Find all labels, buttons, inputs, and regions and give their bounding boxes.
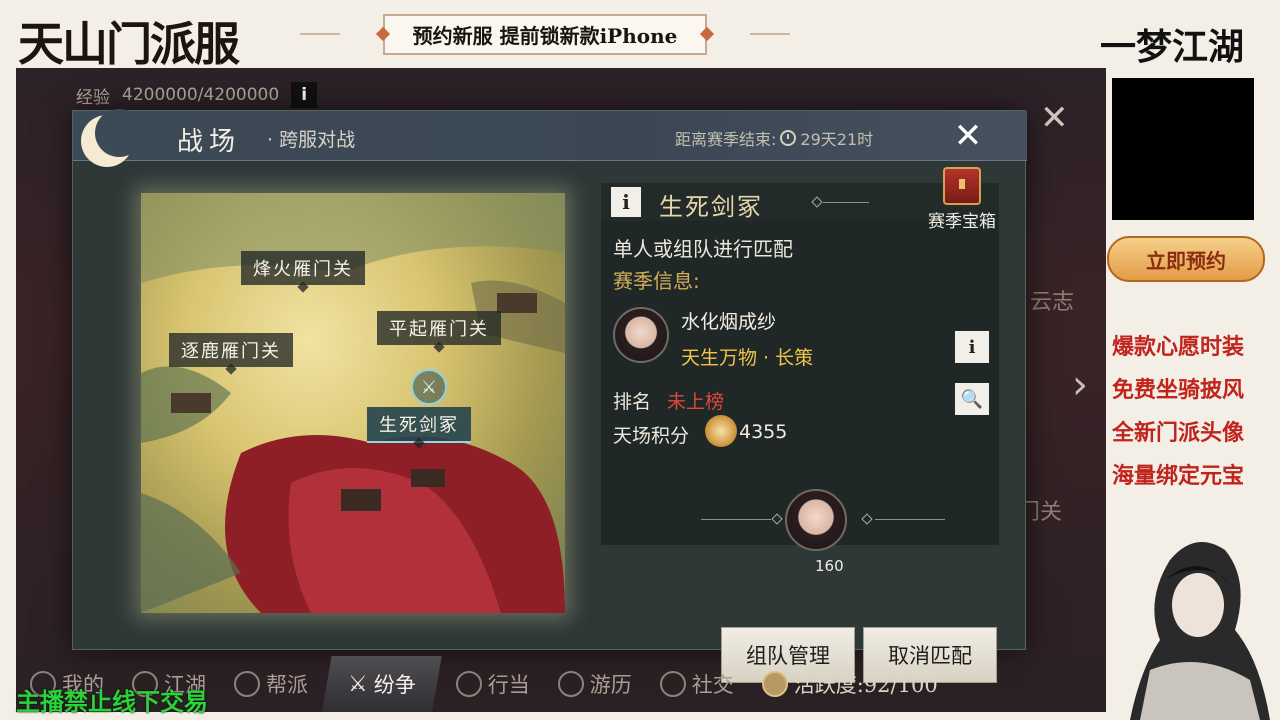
- nav-label: 活跃度:92/100: [793, 673, 938, 697]
- panel-subtitle: · 跨服对战: [267, 129, 356, 151]
- nav-item-guild[interactable]: 帮派: [220, 656, 322, 712]
- score-label: 天场积分: [613, 425, 690, 447]
- panel-close-button[interactable]: ✕: [941, 113, 995, 159]
- nav-item-social[interactable]: 社交: [646, 656, 748, 712]
- map-location-zhulu[interactable]: 逐鹿雁门关: [169, 333, 293, 367]
- exp-info-button[interactable]: i: [291, 82, 318, 108]
- nav-item-travel[interactable]: 游历: [544, 656, 646, 712]
- nav-label: 游历: [589, 673, 632, 697]
- promo-list: 爆款心愿时装 免费坐骑披风 全新门派头像 海量绑定元宝: [1112, 330, 1244, 502]
- promo-item: 爆款心愿时装: [1112, 334, 1245, 360]
- battlefield-info-button[interactable]: i: [611, 187, 641, 217]
- season-countdown-label: 距离赛季结束:: [675, 130, 777, 149]
- season-countdown: 距离赛季结束: 29天21时: [675, 126, 873, 150]
- battlefield-map: 烽火雁门关 平起雁门关 逐鹿雁门关 ⚔ 生死剑冢: [141, 193, 565, 613]
- player-info-button[interactable]: i: [955, 331, 989, 363]
- rank-value: 未上榜: [667, 391, 725, 413]
- rank-search-button[interactable]: 🔍: [955, 383, 989, 415]
- nav-label: 纷争: [373, 673, 416, 697]
- webcam-area: [1112, 78, 1254, 220]
- panel-header: 战场 · 跨服对战 距离赛季结束: 29天21时 ✕: [73, 109, 1027, 167]
- crescent-moon-icon: [81, 109, 143, 167]
- promo-item: 海量绑定元宝: [1112, 463, 1245, 489]
- battlefield-name: 生死剑冢: [659, 193, 763, 221]
- nav-label: 行当: [487, 673, 530, 697]
- crossed-swords-icon: ⚔: [348, 671, 368, 697]
- divider-diamond: [811, 196, 823, 208]
- promo-banner-text: 预约新服 提前锁新款iPhone: [412, 23, 678, 48]
- player-avatar: [613, 307, 669, 363]
- map-location-pingqi[interactable]: 平起雁门关: [377, 311, 501, 345]
- map-location-shengsi[interactable]: 生死剑冢: [367, 407, 471, 443]
- travel-icon: [557, 671, 584, 697]
- promo-item: 免费坐骑披风: [1112, 377, 1245, 403]
- teammate-level: 160: [815, 557, 844, 575]
- game-logo: 一梦江湖: [1100, 26, 1245, 68]
- season-chest-label: 赛季宝箱: [928, 212, 996, 232]
- rank-label: 排名: [613, 391, 652, 413]
- character-illustration: [1130, 542, 1270, 720]
- season-info-label: 赛季信息:: [613, 269, 700, 293]
- teammate-avatar[interactable]: [785, 489, 847, 551]
- nav-item-trade[interactable]: 行当: [442, 656, 544, 712]
- nav-item-dispute[interactable]: ⚔ 纷争: [322, 656, 442, 712]
- score-value: 4355: [739, 421, 788, 443]
- panel-title: 战场: [177, 127, 242, 157]
- battlefield-panel: 战场 · 跨服对战 距离赛季结束: 29天21时 ✕ 烽火雁门关 平起雁门关 逐…: [72, 109, 1027, 683]
- player-name: 水化烟成纱: [681, 311, 777, 333]
- stream-notice: 主播禁止线下交易: [16, 688, 208, 716]
- season-countdown-value: 29天21时: [800, 130, 874, 149]
- nav-label: 社交: [691, 673, 734, 697]
- score-medal-icon: [705, 415, 737, 447]
- game-viewport: 经验 4200000/4200000 i ✕ 云志 门关 › 战场 · 跨服对战…: [16, 68, 1106, 712]
- promo-banner-box: 预约新服 提前锁新款iPhone: [375, 13, 715, 55]
- trade-icon: [455, 671, 482, 697]
- guild-icon: [234, 671, 260, 697]
- header-divider: [823, 202, 869, 203]
- nav-label: 帮派: [266, 673, 308, 697]
- background-side-text: 云志: [1030, 290, 1075, 315]
- match-mode-description: 单人或组队进行匹配: [613, 237, 793, 261]
- background-next-arrow-icon[interactable]: ›: [1072, 362, 1088, 408]
- teammate-divider-right: [875, 519, 945, 520]
- background-close-icon[interactable]: ✕: [1040, 98, 1069, 138]
- promo-banner: 预约新服 提前锁新款iPhone: [300, 12, 790, 56]
- crossed-swords-icon: ⚔: [411, 369, 447, 405]
- clock-icon: [780, 130, 797, 146]
- player-title: 天生万物 · 长策: [681, 347, 814, 369]
- reserve-now-button[interactable]: 立即预约: [1107, 236, 1265, 282]
- social-icon: [659, 671, 686, 697]
- map-location-fenghuo[interactable]: 烽火雁门关: [241, 251, 365, 285]
- streamer-brand-title: 天山门派服: [18, 17, 240, 71]
- activity-icon: [761, 671, 788, 697]
- promo-item: 全新门派头像: [1112, 420, 1245, 446]
- teammate-divider-left: [701, 519, 771, 520]
- season-chest-button[interactable]: 赛季宝箱: [925, 167, 999, 232]
- nav-item-activity[interactable]: 活跃度:92/100: [748, 656, 952, 712]
- treasure-chest-icon: [943, 167, 981, 205]
